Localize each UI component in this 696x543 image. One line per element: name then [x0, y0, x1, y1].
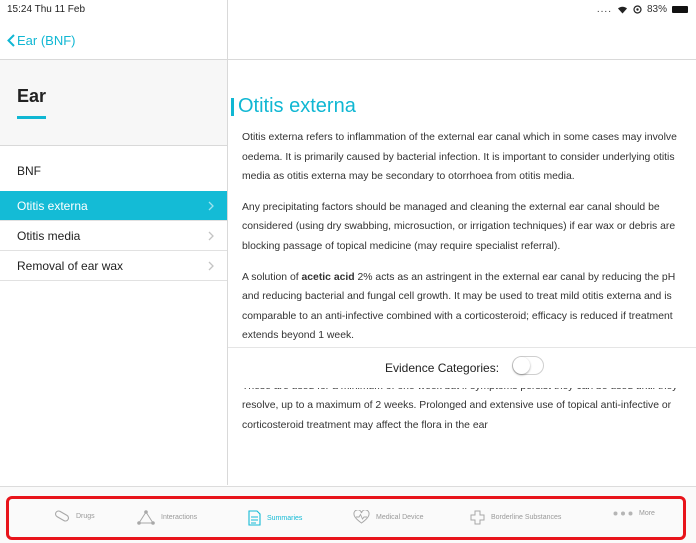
tab-interactions[interactable]: Interactions [137, 510, 197, 525]
article-paragraph: Otitis externa refers to inflammation of… [242, 132, 677, 183]
back-label: Ear (BNF) [17, 33, 76, 48]
tab-label: More [639, 510, 655, 517]
tab-label: Interactions [161, 514, 198, 521]
sidebar-section-label: BNF [17, 164, 41, 178]
status-indicators: .... 83% [597, 4, 688, 15]
sidebar-title-underline [17, 116, 46, 119]
sidebar-item-otitis-media[interactable]: Otitis media [0, 221, 227, 251]
article-title: Otitis externa [238, 95, 356, 117]
article-paragraph: Any precipitating factors should be mana… [242, 201, 676, 252]
sidebar-list: Otitis externa Otitis media Removal of e… [0, 191, 227, 281]
sidebar-item-otitis-externa[interactable]: Otitis externa [0, 191, 227, 221]
tab-summaries[interactable]: Summaries [248, 510, 302, 526]
sidebar-title: Ear [17, 86, 47, 106]
tab-borderline-substances[interactable]: Borderline Substances [470, 510, 561, 525]
article-heading: Otitis externa [228, 95, 356, 118]
tab-drugs[interactable]: Drugs [54, 510, 95, 522]
wifi-icon [617, 6, 627, 14]
signal-dots-icon: .... [596, 4, 612, 15]
sidebar-item-label: Otitis media [17, 228, 81, 243]
sidebar: Ear BNF Otitis externa Otitis media Remo… [0, 60, 227, 486]
article-paragraph: A solution of acetic acid 2% acts as an … [242, 268, 692, 346]
chevron-right-icon [208, 231, 214, 241]
sidebar-item-removal-of-ear-wax[interactable]: Removal of ear wax [0, 251, 227, 281]
chevron-left-icon [7, 34, 15, 47]
evidence-categories-bar: Evidence Categories: [228, 347, 696, 388]
battery-icon [672, 6, 688, 13]
pill-icon [54, 510, 70, 522]
interactions-icon [137, 510, 155, 525]
drug-link-acetic-acid[interactable]: acetic acid [302, 272, 355, 283]
chevron-right-icon [208, 201, 214, 211]
heading-accent-bar [231, 97, 234, 116]
evidence-categories-toggle[interactable] [512, 356, 544, 375]
evidence-categories-label: Evidence Categories: [385, 361, 500, 375]
sidebar-item-label: Otitis externa [17, 198, 88, 213]
text-segment: A solution of [242, 271, 302, 283]
battery-percent: 83% [646, 4, 667, 15]
tab-medical-device[interactable]: Medical Device [353, 510, 423, 524]
location-icon [633, 5, 642, 14]
tab-more[interactable]: More [613, 510, 655, 517]
back-button[interactable]: Ear (BNF) [7, 33, 76, 48]
article-body: Otitis externa refers to inflammation of… [242, 128, 692, 446]
status-bar: 15:24 Thu 11 Feb .... 83% [0, 0, 696, 22]
cross-icon [470, 510, 485, 525]
document-icon [248, 510, 261, 526]
article-pane[interactable]: Otitis externa Otitis externa refers to … [228, 60, 696, 485]
sidebar-item-label: Removal of ear wax [17, 258, 124, 273]
heart-pulse-icon [353, 510, 370, 524]
tab-label: Medical Device [376, 513, 424, 521]
status-time: 15:24 Thu 11 Feb [7, 4, 86, 15]
chevron-right-icon [208, 261, 214, 271]
more-dots-icon [613, 511, 633, 516]
tab-label: Summaries [267, 514, 303, 522]
tab-bar: Drugs Interactions Summaries Medical Dev… [0, 486, 696, 543]
tab-label: Borderline Substances [491, 514, 562, 521]
toggle-knob [513, 357, 530, 374]
tab-label: Drugs [76, 512, 95, 520]
